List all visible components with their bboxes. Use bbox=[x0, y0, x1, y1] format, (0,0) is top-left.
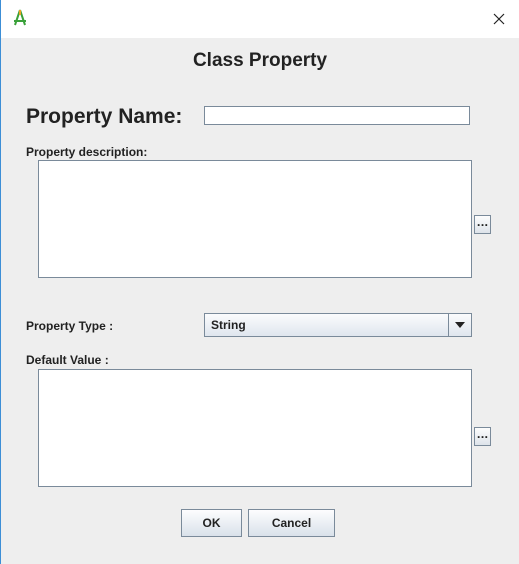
default-value-textarea[interactable] bbox=[38, 369, 472, 487]
property-description-textarea[interactable] bbox=[38, 160, 472, 278]
title-bar bbox=[1, 0, 519, 38]
default-value-label: Default Value : bbox=[26, 353, 109, 367]
property-type-value: String bbox=[211, 318, 246, 332]
close-button[interactable] bbox=[479, 0, 519, 38]
class-property-dialog: Class Property Property Name: Property d… bbox=[0, 0, 519, 564]
property-type-label: Property Type : bbox=[26, 319, 114, 333]
close-icon bbox=[493, 13, 505, 25]
ok-button[interactable]: OK bbox=[181, 509, 242, 537]
dialog-title: Class Property bbox=[192, 50, 328, 71]
property-name-label: Property Name: bbox=[26, 105, 183, 128]
property-name-input[interactable] bbox=[204, 106, 470, 125]
cancel-button[interactable]: Cancel bbox=[248, 509, 335, 537]
app-logo-icon bbox=[14, 9, 26, 26]
property-description-label: Property description: bbox=[26, 145, 148, 159]
chevron-down-icon bbox=[455, 322, 465, 328]
property-type-select[interactable]: String bbox=[204, 313, 472, 337]
property-description-browse-button[interactable]: ... bbox=[474, 215, 491, 234]
dropdown-arrow-button[interactable] bbox=[448, 314, 471, 336]
default-value-browse-button[interactable]: ... bbox=[474, 427, 491, 446]
